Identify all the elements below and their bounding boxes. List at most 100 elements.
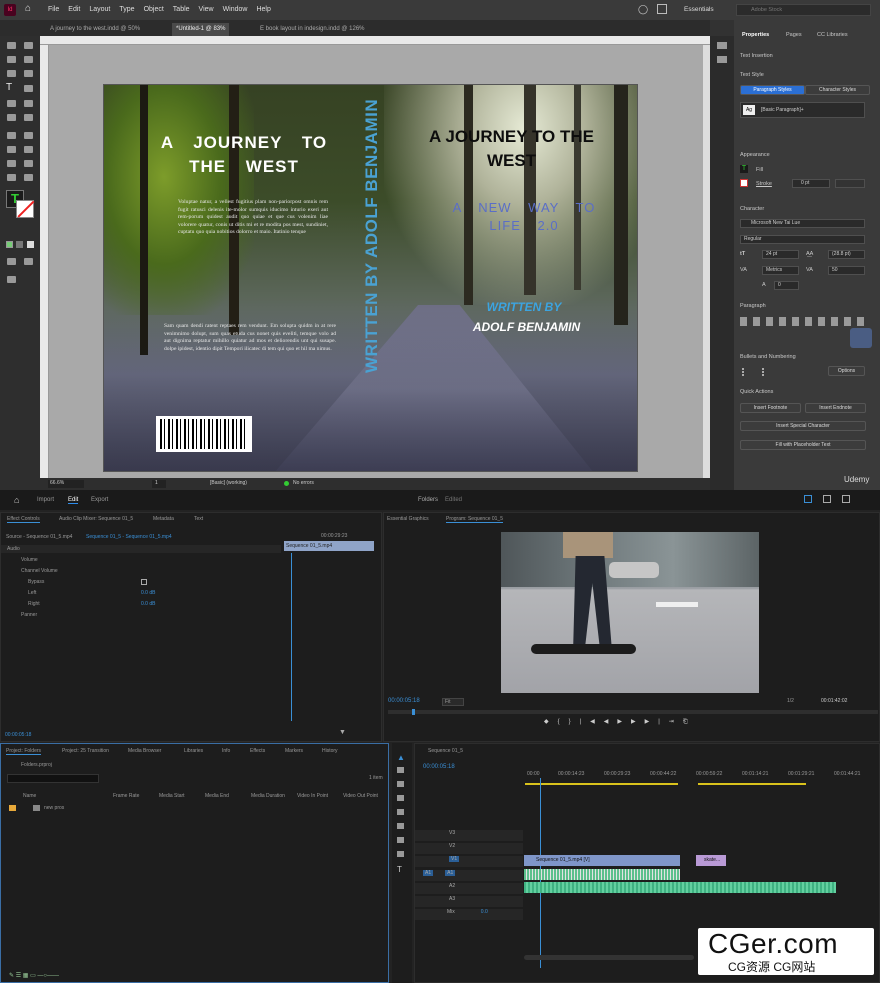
links-icon[interactable] [717,56,727,63]
mix-value[interactable]: 0.0 [481,909,488,915]
ec-panner[interactable]: Panner [21,612,37,618]
effects-tab[interactable]: Effects [250,748,265,754]
workspaces-icon[interactable] [804,495,812,503]
import-tab[interactable]: Import [37,497,54,503]
free-transform-tool-icon[interactable] [24,132,33,139]
project-folders-tab[interactable]: Project: Folders [6,748,42,755]
gradient-tool-icon[interactable] [7,146,16,153]
work-area-bar[interactable] [525,783,678,785]
page-field[interactable]: 1 [152,480,166,488]
line-tool-icon[interactable] [24,85,33,92]
doc-tab-2[interactable]: *Untitled-1 @ 83% [172,23,230,36]
gap-tool-icon[interactable] [24,56,33,63]
audio-mixer-tab[interactable]: Audio Clip Mixer: Sequence 01_5 [59,516,133,522]
preflight-errors[interactable]: No errors [293,480,314,486]
menu-edit[interactable]: Edit [68,6,80,13]
edit-tab[interactable]: Edit [68,497,79,504]
sequence-source[interactable]: Sequence 01_5 - Sequence 01_5.mp4 [86,534,172,540]
content-placer-icon[interactable] [24,70,33,77]
track-a1-label[interactable]: A1 [445,870,456,876]
effect-controls-tab[interactable]: Effect Controls [7,516,40,523]
tracking-field[interactable]: 50 [828,266,865,275]
col-name[interactable]: Name [23,793,36,799]
ec-timecode[interactable]: 00:00:05:18 [5,732,31,738]
filter-icon[interactable]: ▼ [339,729,346,736]
insert-footnote-button[interactable]: Insert Footnote [740,403,801,413]
paragraph-styles-tab[interactable]: Paragraph Styles [740,85,805,95]
gradient-feather-icon[interactable] [24,146,33,153]
zoom-tool-icon[interactable] [24,174,33,181]
transport-controls[interactable]: ◆{}|◀◀▶▶▶|⇥⎗ [544,718,744,726]
ec-right-value[interactable]: 0.0 dB [141,601,155,607]
export-tab[interactable]: Export [91,497,108,503]
apply-none-icon[interactable] [27,241,34,248]
col-video-out[interactable]: Video Out Point [343,793,378,799]
project-search-input[interactable] [7,774,99,783]
font-style-dropdown[interactable]: Regular [740,235,865,244]
menu-file[interactable]: File [48,6,59,13]
program-playhead[interactable] [412,709,415,715]
paragraph-style-dropdown[interactable]: [Basic Paragraph]+ [740,102,865,118]
note-tool-icon[interactable] [7,160,16,167]
rectangle-frame-tool-icon[interactable] [7,114,16,121]
rectangle-tool-icon[interactable] [397,837,404,843]
assistant-icon[interactable] [850,328,872,348]
character-styles-tab[interactable]: Character Styles [805,85,870,95]
col-media-start[interactable]: Media Start [159,793,185,799]
zoom-field[interactable]: 66.6% [48,480,84,488]
lightbulb-icon[interactable]: ◯ [638,4,648,15]
rectangle-tool-icon[interactable] [24,114,33,121]
essential-graphics-tab[interactable]: Essential Graphics [387,516,429,522]
ec-left-value[interactable]: 0.0 dB [141,590,155,596]
info-tab[interactable]: Info [222,748,230,754]
work-area-bar-2[interactable] [698,783,806,785]
pages-tab[interactable]: Pages [786,32,802,38]
menu-table[interactable]: Table [173,6,190,13]
clip-video-2[interactable]: skate... [696,855,726,866]
doc-tab-1[interactable]: A journey to the west.indd @ 50% [46,23,144,36]
numbering-icon[interactable] [762,368,772,376]
stroke-swatch-icon[interactable] [16,200,35,218]
leading-field[interactable]: (28.8 pt) [828,250,865,259]
slip-tool-icon[interactable] [397,809,404,815]
timeline-timecode[interactable]: 00:00:05:18 [423,764,455,770]
direct-selection-tool-icon[interactable] [24,42,33,49]
razor-tool-icon[interactable] [397,795,404,801]
normal-view-icon[interactable] [7,258,16,265]
media-browser-tab[interactable]: Media Browser [128,748,161,754]
timeline-scrollbar[interactable] [524,955,694,960]
fit-dropdown[interactable]: Fit [442,698,464,706]
ec-clip[interactable]: Sequence 01_5.mp4 [284,541,374,551]
col-media-duration[interactable]: Media Duration [251,793,285,799]
source-label[interactable]: Source - Sequence 01_5.mp4 [6,534,72,540]
menu-help[interactable]: Help [256,6,270,13]
selection-tool-icon[interactable] [7,42,16,49]
hand-tool-icon[interactable] [7,174,16,181]
preflight-profile[interactable]: [Basic] (working) [210,480,247,486]
menu-view[interactable]: View [199,6,214,13]
menu-layout[interactable]: Layout [89,6,110,13]
libraries-tab[interactable]: Libraries [184,748,203,754]
menu-object[interactable]: Object [144,6,164,13]
insert-endnote-button[interactable]: Insert Endnote [805,403,866,413]
ec-playhead[interactable] [291,553,292,721]
pen-tool-icon[interactable] [397,823,404,829]
font-size-field[interactable]: 24 pt [762,250,799,259]
home-icon[interactable]: ⌂ [25,4,35,14]
project-transition-tab[interactable]: Project: 25 Transition [62,748,109,754]
ripple-edit-icon[interactable] [397,781,404,787]
apply-gradient-icon[interactable] [16,241,23,248]
metadata-tab[interactable]: Metadata [153,516,174,522]
preview-mode-icon[interactable] [24,258,33,265]
type-tool-icon[interactable]: T [397,865,402,874]
workspace-switcher[interactable]: Essentials [684,6,714,13]
markers-tab[interactable]: Markers [285,748,303,754]
kerning-field[interactable]: Metrics [762,266,799,275]
bullets-icon[interactable] [742,368,752,376]
ec-channel-volume[interactable]: Channel Volume [21,568,58,574]
screen-mode-icon[interactable] [7,276,16,283]
insert-special-character-button[interactable]: Insert Special Character [740,421,866,431]
apply-color-icon[interactable] [6,241,13,248]
fullscreen-icon[interactable] [842,495,850,503]
pencil-tool-icon[interactable] [24,100,33,107]
